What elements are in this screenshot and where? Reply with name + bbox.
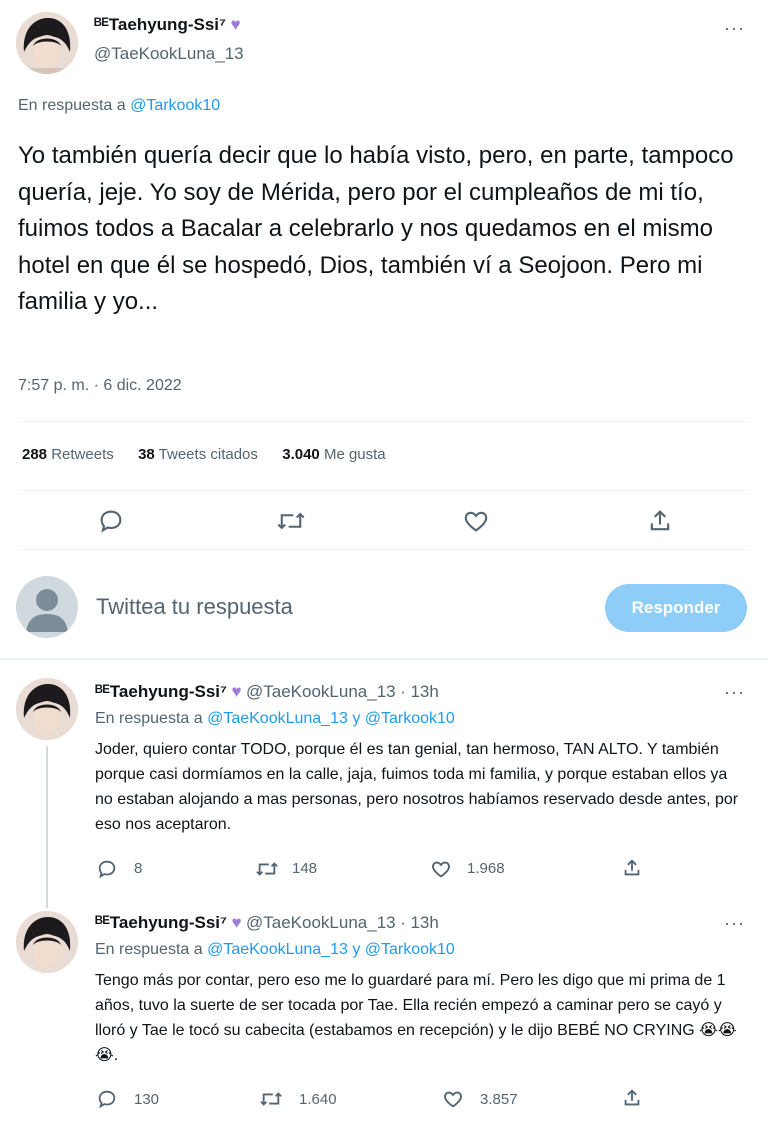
retweets-stat[interactable]: 288 Retweets (22, 446, 114, 463)
thread-line (46, 746, 48, 908)
like-count: 3.857 (480, 1091, 518, 1108)
reply-icon[interactable] (96, 1088, 118, 1110)
reply-time[interactable]: · 13h (400, 682, 439, 701)
default-avatar (16, 576, 78, 638)
reply-prefix: En respuesta a (18, 97, 126, 114)
purple-heart-icon: ♥ (230, 15, 241, 34)
tweet-timestamp[interactable]: 7:57 p. m. · 6 dic. 2022 (18, 377, 182, 395)
author-avatar[interactable] (16, 12, 78, 74)
reply-context: En respuesta a @TaeKookLuna_13 y @Tarkoo… (95, 941, 455, 958)
reply-author-name[interactable]: ᴮᴱTaehyung-Ssi⁷ (95, 913, 227, 932)
divider (18, 421, 750, 422)
quotes-stat[interactable]: 38 Tweets citados (138, 446, 258, 463)
divider (18, 549, 750, 550)
reply-avatar[interactable] (16, 678, 78, 740)
like-icon[interactable] (442, 1088, 464, 1110)
reply-author-handle[interactable]: @TaeKookLuna_13 (246, 682, 396, 701)
share-icon[interactable] (646, 507, 674, 535)
reply-time[interactable]: · 13h (400, 913, 439, 932)
section-divider (0, 658, 768, 660)
reply-text: Tengo más por contar, pero eso me lo gua… (95, 972, 737, 1064)
purple-heart-icon: ♥ (231, 682, 242, 701)
reply-icon[interactable] (96, 858, 118, 880)
more-options-icon[interactable]: ··· (724, 18, 745, 39)
tweet-stats: 288 Retweets 38 Tweets citados 3.040 Me … (22, 446, 386, 463)
reply-context: En respuesta a @TaeKookLuna_13 y @Tarkoo… (95, 710, 455, 727)
reply-count: 130 (134, 1091, 160, 1108)
reply-context: En respuesta a @Tarkook10 (18, 97, 220, 115)
more-options-icon[interactable]: ··· (724, 682, 745, 703)
reply-compose-input[interactable]: Twittea tu respuesta (96, 594, 293, 620)
retweet-icon[interactable] (276, 507, 306, 535)
more-options-icon[interactable]: ··· (724, 913, 745, 934)
reply-header: ᴮᴱTaehyung-Ssi⁷ ♥ @TaeKookLuna_13 · 13h (95, 913, 439, 933)
like-icon[interactable] (462, 507, 490, 535)
retweet-count: 1.640 (299, 1091, 337, 1108)
retweet-icon[interactable] (255, 858, 279, 880)
author-name[interactable]: ᴮᴱTaehyung-Ssi⁷ (94, 15, 226, 34)
divider (18, 490, 750, 491)
reply-author-name[interactable]: ᴮᴱTaehyung-Ssi⁷ (95, 682, 227, 701)
purple-heart-icon: ♥ (231, 913, 242, 932)
reply-submit-button[interactable]: Responder (605, 584, 747, 632)
author-handle[interactable]: @TaeKookLuna_13 (94, 44, 244, 64)
retweet-icon[interactable] (259, 1088, 283, 1110)
reply-icon[interactable] (97, 507, 125, 535)
reply-author-handle[interactable]: @TaeKookLuna_13 (246, 913, 396, 932)
reply-count: 8 (134, 860, 143, 877)
like-icon[interactable] (430, 858, 452, 880)
reply-to-link[interactable]: @Tarkook10 (130, 97, 220, 114)
reply-text: Joder, quiero contar TODO, porque él es … (95, 741, 739, 833)
reply-to-link[interactable]: @TaeKookLuna_13 y @Tarkook10 (207, 941, 455, 958)
share-icon[interactable] (621, 1087, 643, 1109)
tweet-text: Yo también quería decir que lo había vis… (18, 142, 734, 316)
retweet-count: 148 (292, 860, 318, 877)
reply-to-link[interactable]: @TaeKookLuna_13 y @Tarkook10 (207, 710, 455, 727)
likes-stat[interactable]: 3.040 Me gusta (282, 446, 385, 463)
share-icon[interactable] (621, 857, 643, 879)
reply-header: ᴮᴱTaehyung-Ssi⁷ ♥ @TaeKookLuna_13 · 13h (95, 682, 439, 702)
reply-avatar[interactable] (16, 911, 78, 973)
like-count: 1.968 (467, 860, 505, 877)
